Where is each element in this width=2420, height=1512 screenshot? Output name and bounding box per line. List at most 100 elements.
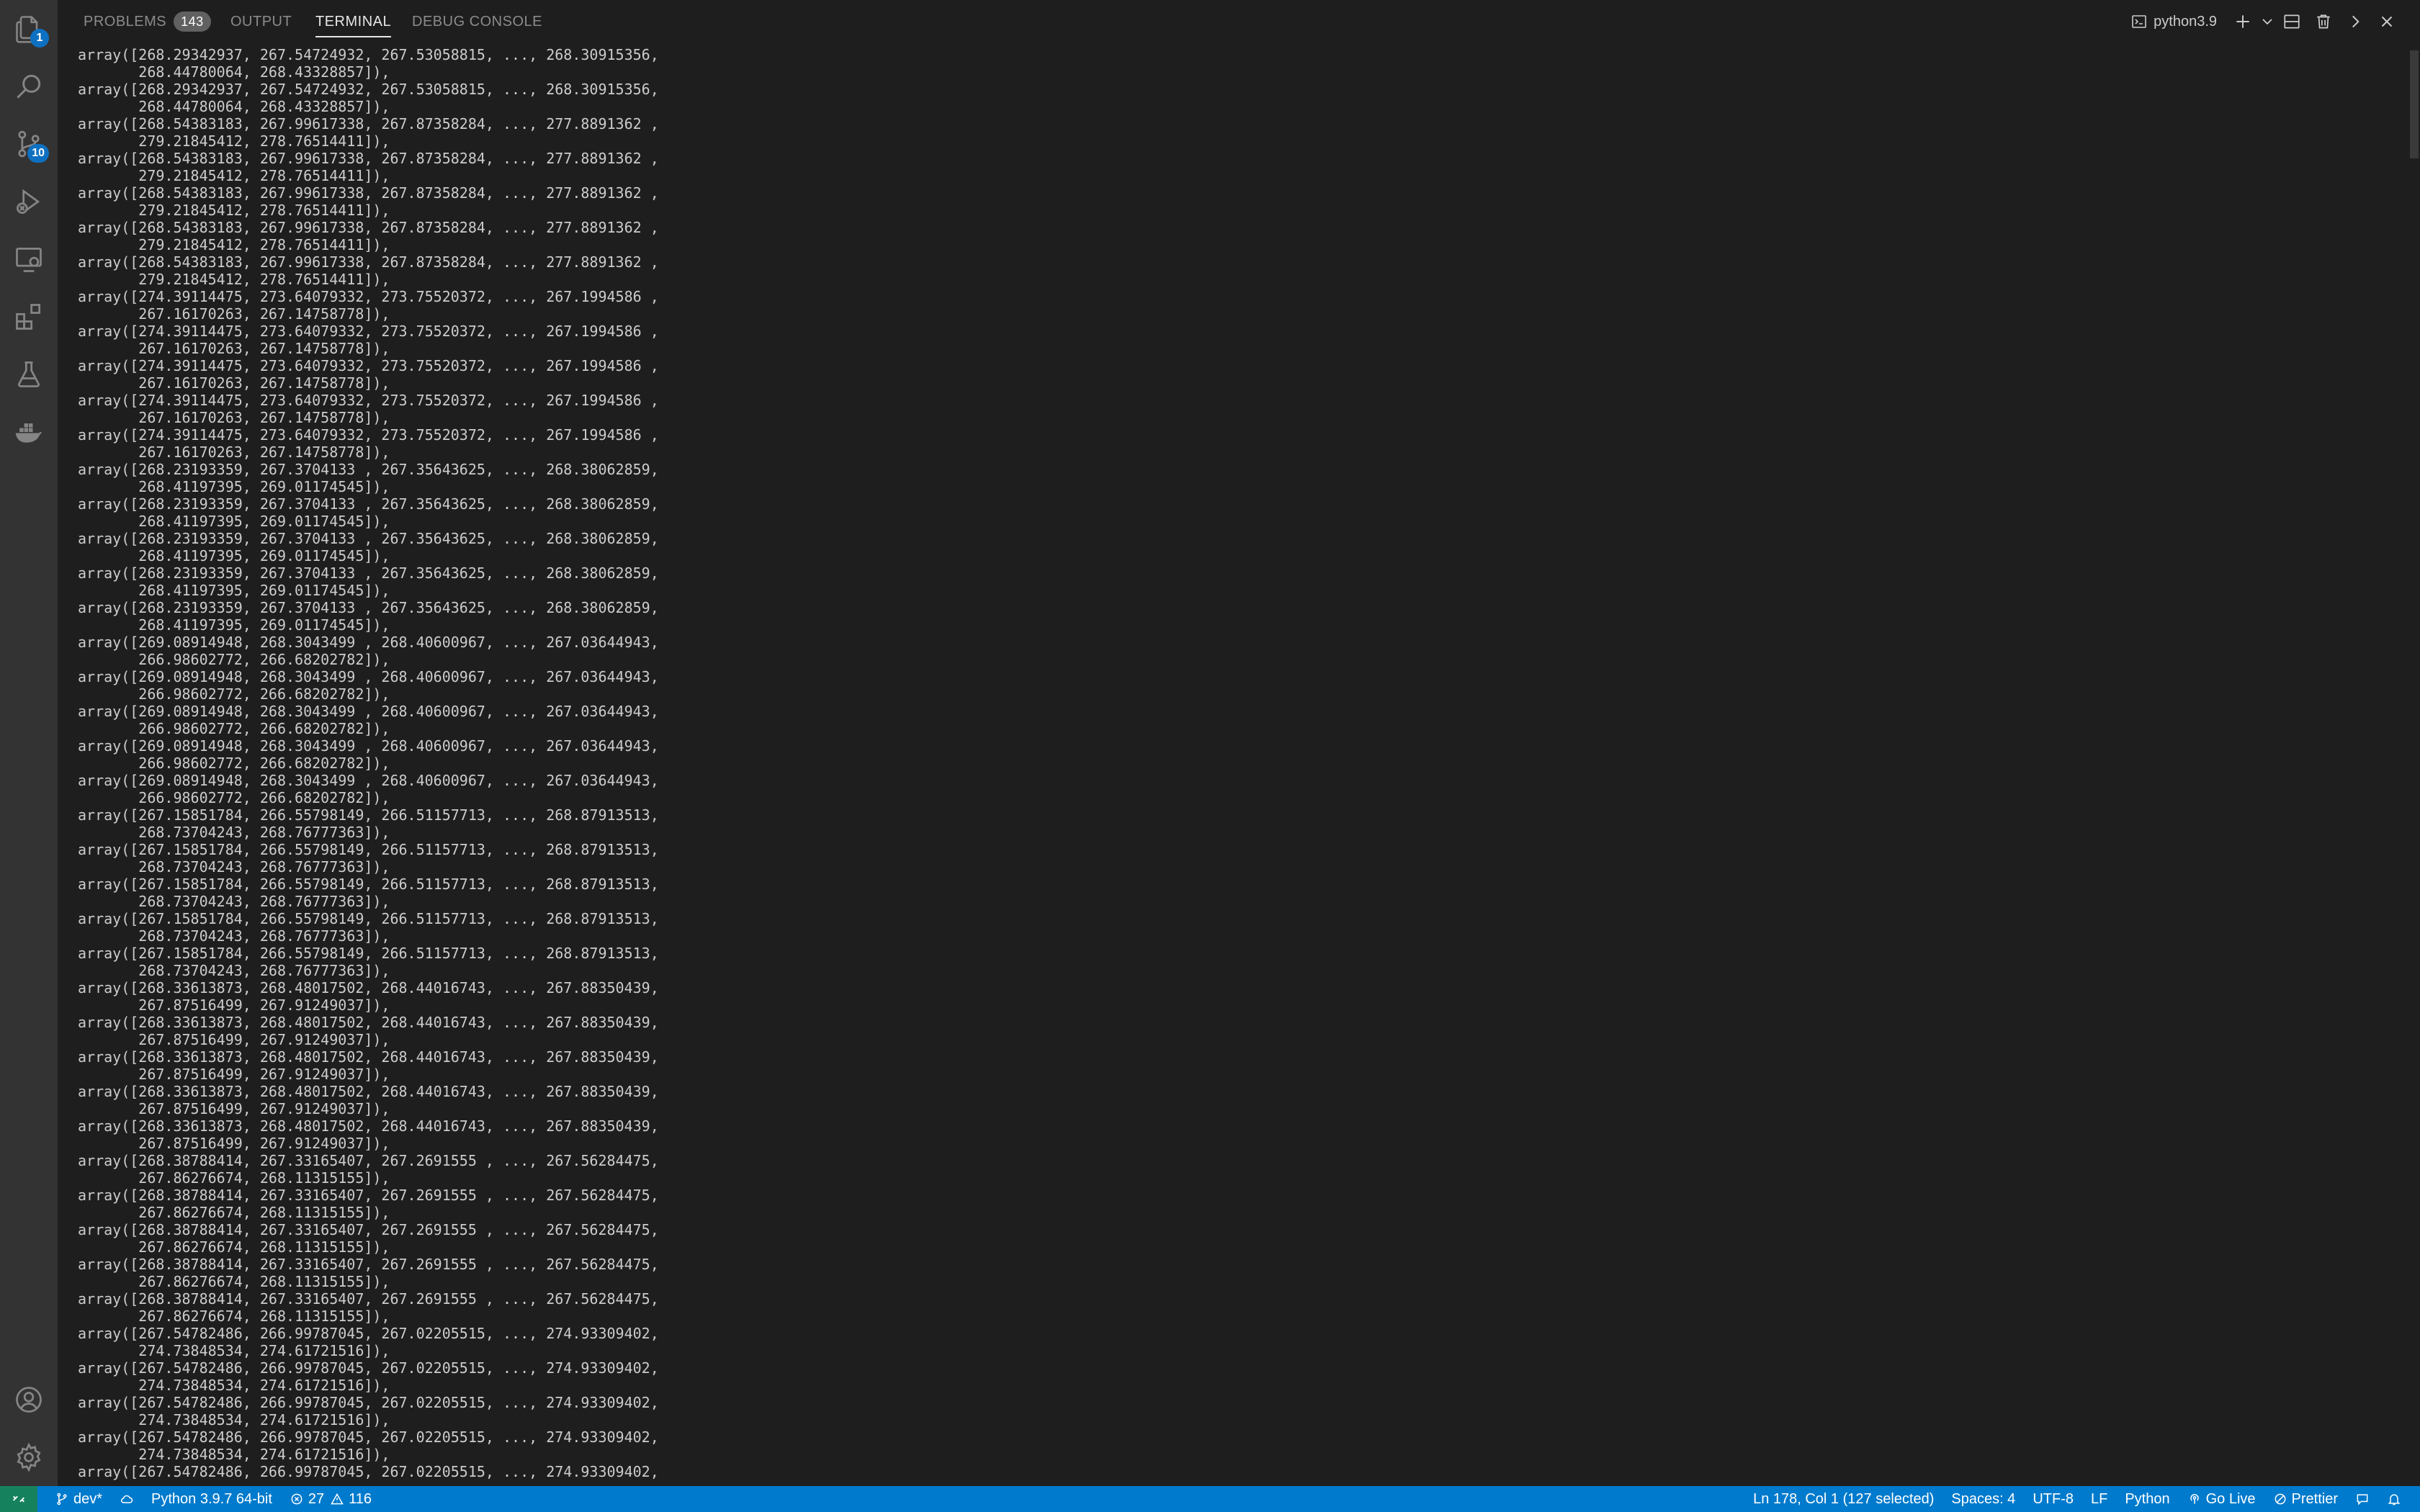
explorer-button[interactable]: 1 — [0, 0, 58, 58]
manage-button[interactable] — [0, 1428, 58, 1486]
terminal-lines: array([268.29342937, 267.54724932, 267.5… — [78, 46, 2408, 1480]
terminal-line: array([269.08914948, 268.3043499 , 268.4… — [78, 634, 659, 651]
terminal-line: 267.87516499, 267.91249037]), — [78, 1031, 390, 1048]
terminal-line: 279.21845412, 278.76514411]), — [78, 236, 390, 253]
terminal-line: array([268.29342937, 267.54724932, 267.5… — [78, 81, 659, 98]
plus-icon — [2236, 15, 2249, 28]
terminal-line: array([268.33613873, 268.48017502, 268.4… — [78, 979, 659, 996]
problems-count-badge: 143 — [174, 12, 211, 32]
terminal-line: 279.21845412, 278.76514411]), — [78, 271, 390, 288]
chevron-down-icon — [2262, 19, 2272, 25]
terminal-line: array([268.38788414, 267.33165407, 267.2… — [78, 1187, 659, 1204]
flask-icon — [17, 361, 40, 387]
testing-button[interactable] — [0, 346, 58, 403]
explorer-badge: 1 — [30, 29, 49, 48]
tab-output[interactable]: OUTPUT — [230, 0, 292, 43]
docker-icon — [15, 423, 42, 443]
scrollbar-thumb[interactable] — [2410, 50, 2419, 158]
terminal-line: 268.73704243, 268.76777363]), — [78, 927, 390, 945]
terminal-icon — [2132, 15, 2146, 28]
terminal-selector[interactable]: python3.9 — [2125, 6, 2223, 37]
terminal-line: 267.87516499, 267.91249037]), — [78, 1135, 390, 1152]
extensions-icon — [16, 304, 41, 330]
tab-terminal[interactable]: TERMINAL — [315, 0, 392, 43]
tab-label: TERMINAL — [315, 13, 392, 30]
terminal-line: 266.98602772, 266.68202782]), — [78, 755, 390, 772]
terminal-line: array([268.54383183, 267.99617338, 267.8… — [78, 115, 659, 132]
split-terminal-button[interactable] — [2276, 6, 2308, 37]
terminal-output[interactable]: array([268.29342937, 267.54724932, 267.5… — [58, 46, 2408, 1483]
eol-label: LF — [2090, 1490, 2108, 1507]
terminal-line: array([268.54383183, 267.99617338, 267.8… — [78, 253, 659, 271]
maximize-panel-button[interactable] — [2339, 6, 2371, 37]
tab-label: DEBUG CONSOLE — [412, 13, 542, 30]
close-panel-button[interactable] — [2371, 6, 2403, 37]
branch-icon — [57, 1493, 67, 1506]
go-live-button[interactable]: Go Live — [2179, 1486, 2264, 1512]
terminal-line: array([267.15851784, 266.55798149, 266.5… — [78, 876, 659, 893]
warning-count: 116 — [349, 1490, 372, 1507]
cursor-position[interactable]: Ln 178, Col 1 (127 selected) — [1744, 1486, 1942, 1512]
terminal-line: 268.73704243, 268.76777363]), — [78, 824, 390, 841]
terminal-line: array([268.54383183, 267.99617338, 267.8… — [78, 219, 659, 236]
tab-problems[interactable]: PROBLEMS 143 — [84, 0, 211, 43]
run-debug-button[interactable] — [0, 173, 58, 230]
remote-indicator[interactable] — [0, 1486, 37, 1512]
tab-debug-console[interactable]: DEBUG CONSOLE — [412, 0, 542, 43]
terminal-line: array([268.33613873, 268.48017502, 268.4… — [78, 1117, 659, 1135]
source-control-button[interactable]: 10 — [0, 115, 58, 173]
terminal-scrollbar[interactable] — [2408, 46, 2420, 1483]
language-mode[interactable]: Python — [2116, 1486, 2178, 1512]
terminal-line: array([274.39114475, 273.64079332, 273.7… — [78, 357, 659, 374]
feedback-button[interactable] — [2347, 1486, 2378, 1512]
terminal-line: array([268.33613873, 268.48017502, 268.4… — [78, 1014, 659, 1031]
tab-label: OUTPUT — [230, 13, 292, 30]
branch-indicator[interactable]: dev* — [46, 1486, 111, 1512]
terminal-line: array([274.39114475, 273.64079332, 273.7… — [78, 288, 659, 305]
new-terminal-button[interactable] — [2227, 6, 2259, 37]
terminal-line: 267.86276674, 268.11315155]), — [78, 1204, 390, 1221]
docker-button[interactable] — [0, 403, 58, 461]
search-button[interactable] — [0, 58, 58, 115]
extensions-button[interactable] — [0, 288, 58, 346]
feedback-icon — [2357, 1494, 2368, 1506]
terminal-line: array([267.15851784, 266.55798149, 266.5… — [78, 945, 659, 962]
python-interpreter[interactable]: Python 3.9.7 64-bit — [143, 1486, 281, 1512]
end-of-line[interactable]: LF — [2082, 1486, 2116, 1512]
remote-icon — [13, 1495, 24, 1503]
remote-explorer-button[interactable] — [0, 230, 58, 288]
terminal-line: 267.87516499, 267.91249037]), — [78, 1100, 390, 1117]
remote-explorer-icon — [16, 247, 42, 272]
terminal-line: array([268.23193359, 267.3704133 , 267.3… — [78, 564, 659, 582]
terminal-line: array([268.54383183, 267.99617338, 267.8… — [78, 184, 659, 202]
terminal-line: array([268.38788414, 267.33165407, 267.2… — [78, 1152, 659, 1169]
terminal-line: 268.41197395, 269.01174545]), — [78, 513, 390, 530]
terminal-line: array([268.23193359, 267.3704133 , 267.3… — [78, 495, 659, 513]
terminal-line: array([268.54383183, 267.99617338, 267.8… — [78, 150, 659, 167]
go-live-label: Go Live — [2205, 1490, 2256, 1507]
source-control-badge: 10 — [27, 144, 49, 163]
prettier-button[interactable]: Prettier — [2264, 1486, 2347, 1512]
panel-actions: python3.9 — [2125, 0, 2403, 43]
run-debug-icon — [17, 189, 40, 215]
terminal-line: 266.98602772, 266.68202782]), — [78, 789, 390, 806]
problems-indicator[interactable]: 27 116 — [281, 1486, 380, 1512]
terminal-line: 268.41197395, 269.01174545]), — [78, 478, 390, 495]
indentation[interactable]: Spaces: 4 — [1942, 1486, 2024, 1512]
accounts-button[interactable] — [0, 1371, 58, 1428]
terminal-line: 279.21845412, 278.76514411]), — [78, 202, 390, 219]
terminal-line: array([267.54782486, 266.99787045, 267.0… — [78, 1428, 659, 1446]
cloud-sync-icon — [121, 1495, 133, 1503]
terminal-line: array([268.33613873, 268.48017502, 268.4… — [78, 1048, 659, 1066]
terminal-line: 267.86276674, 268.11315155]), — [78, 1169, 390, 1187]
error-count: 27 — [308, 1490, 325, 1507]
notifications-button[interactable] — [2378, 1486, 2410, 1512]
tab-label: PROBLEMS — [84, 13, 167, 30]
sync-button[interactable] — [111, 1486, 143, 1512]
terminal-line: 279.21845412, 278.76514411]), — [78, 167, 390, 184]
terminal-line: 268.41197395, 269.01174545]), — [78, 547, 390, 564]
encoding[interactable]: UTF-8 — [2024, 1486, 2082, 1512]
terminal-dropdown-button[interactable] — [2259, 6, 2276, 37]
kill-terminal-button[interactable] — [2308, 6, 2339, 37]
chevron-right-icon — [2352, 15, 2360, 28]
